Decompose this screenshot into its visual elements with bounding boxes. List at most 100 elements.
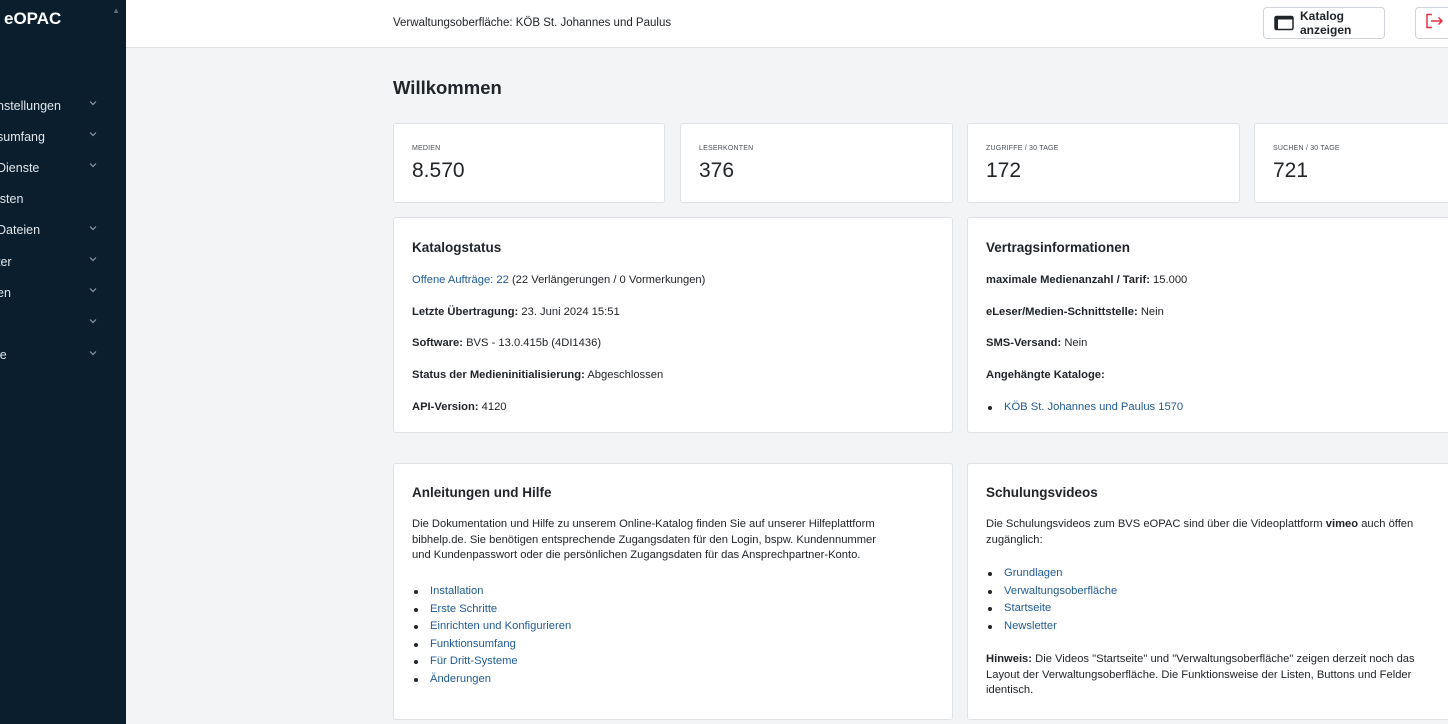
sidebar-item-label: sumfang <box>0 129 45 144</box>
sidebar-item-ter[interactable]: ter <box>0 246 126 277</box>
sidebar-item-label: Dienste <box>0 160 40 175</box>
sidebar-item-einstellungen[interactable]: nstellungen <box>0 90 126 121</box>
sidebar-item-listen[interactable]: isten <box>0 184 126 215</box>
attached-catalogs-label: Angehängte Kataloge: <box>986 369 1105 381</box>
eleser-row: eLeser/Medien-Schnittstelle: Nein <box>986 306 1164 318</box>
help-link-configure[interactable]: Einrichten und Konfigurieren <box>413 618 571 636</box>
sms-row: SMS-Versand: Nein <box>986 337 1087 349</box>
last-transfer-label: Letzte Übertragung: <box>412 306 519 318</box>
sidebar-item-en[interactable]: en <box>0 277 126 308</box>
stat-card-leserkonten: LESERKONTEN 376 <box>680 123 953 203</box>
video-link-basics[interactable]: Grundlagen <box>987 565 1117 583</box>
videos-intro-text: auch öffen <box>1358 518 1414 530</box>
note-text: Die Videos "Startseite" und "Verwaltungs… <box>1032 653 1415 665</box>
help-text-line: bibhelp.de. Sie benötigen entsprechende … <box>412 533 876 546</box>
vimeo-label: vimeo <box>1325 518 1359 530</box>
help-card: Anleitungen und Hilfe Die Dokumentation … <box>393 463 953 720</box>
stat-caption: LESERKONTEN <box>699 145 754 152</box>
videos-intro: Die Schulungsvideos zum BVS eOPAC sind ü… <box>986 517 1448 548</box>
top-bar: Verwaltungsoberfläche: KÖB St. Johannes … <box>126 0 1448 48</box>
sidebar-item-dienste[interactable]: Dienste <box>0 152 126 183</box>
note-label: Hinweis: <box>986 653 1033 665</box>
videos-note-line: Hinweis: Die Videos "Startseite" und "Ve… <box>986 652 1448 668</box>
training-videos-card: Schulungsvideos Die Schulungsvideos zum … <box>967 463 1448 720</box>
stat-value: 376 <box>699 159 735 182</box>
breadcrumb: Verwaltungsoberfläche: KÖB St. Johannes … <box>393 17 672 29</box>
help-link-changes[interactable]: Änderungen <box>413 671 571 689</box>
init-status-label: Status der Medieninitialisierung: <box>412 369 585 381</box>
help-link-features[interactable]: Funktionsumfang <box>413 636 571 654</box>
sidebar-item-unlabeled[interactable] <box>0 308 126 339</box>
video-links: Grundlagen Verwaltungsoberfläche Startse… <box>987 565 1117 636</box>
brand-logo: eOPAC <box>4 9 62 28</box>
scroll-up-icon[interactable]: ▲ <box>112 6 120 15</box>
api-version-row: API-Version: 4120 <box>412 401 507 413</box>
stat-value: 721 <box>1273 159 1309 182</box>
stat-value: 172 <box>986 159 1022 182</box>
stat-caption: SUCHEN / 30 TAGE <box>1273 145 1340 152</box>
help-text-line: Die Dokumentation und Hilfe zu unserem O… <box>412 518 875 530</box>
videos-intro-line: zugänglich: <box>986 533 1043 546</box>
sidebar-item-label: nstellungen <box>0 98 61 113</box>
eleser-label: eLeser/Medien-Schnittstelle: <box>986 306 1138 318</box>
help-text-line: und Kundenpasswort oder die persönlichen… <box>412 549 861 562</box>
eleser-value: Nein <box>1140 306 1164 318</box>
page-title: Willkommen <box>393 77 502 98</box>
software-row: Software: BVS - 13.0.415b (4DI1436) <box>412 337 601 349</box>
sidebar-nav: nstellungen sumfang Dienste isten Dateie… <box>0 90 126 371</box>
videos-intro-line: Die Schulungsvideos zum BVS eOPAC sind ü… <box>986 517 1448 533</box>
logout-button[interactable] <box>1415 7 1448 39</box>
api-version-value: 4120 <box>481 401 507 413</box>
max-media-label: maximale Medienanzahl / Tarif: <box>986 274 1150 286</box>
video-link-admin-ui[interactable]: Verwaltungsoberfläche <box>987 583 1117 601</box>
attached-catalogs-row: Angehängte Kataloge: <box>986 369 1105 381</box>
contract-info-card: Vertragsinformationen maximale Medienanz… <box>967 217 1448 433</box>
open-orders-row: Offene Aufträge: 22 (22 Verlängerungen /… <box>412 274 705 286</box>
chevron-down-icon <box>88 160 98 170</box>
last-transfer-value: 23. Juni 2024 15:51 <box>521 306 620 318</box>
window-icon <box>1274 15 1294 31</box>
last-transfer-row: Letzte Übertragung: 23. Juni 2024 15:51 <box>412 306 620 318</box>
attached-catalogs-list: KÖB St. Johannes und Paulus 1570 <box>987 399 1183 417</box>
videos-note-line: identisch. <box>986 684 1034 697</box>
video-link-newsletter[interactable]: Newsletter <box>987 618 1117 636</box>
stat-card-medien: MEDIEN 8.570 <box>393 123 665 203</box>
sidebar-item-label: le <box>0 348 7 363</box>
stat-card-zugriffe: ZUGRIFFE / 30 TAGE 172 <box>967 123 1240 203</box>
help-link-third-party[interactable]: Für Dritt-Systeme <box>413 653 571 671</box>
chevron-down-icon <box>88 98 98 108</box>
chevron-down-icon <box>88 285 98 295</box>
chevron-down-icon <box>88 223 98 233</box>
logout-icon <box>1425 13 1447 34</box>
help-link-installation[interactable]: Installation <box>413 583 571 601</box>
init-status-row: Status der Medieninitialisierung: Abgesc… <box>412 369 663 381</box>
help-link-first-steps[interactable]: Erste Schritte <box>413 601 571 619</box>
open-orders-count[interactable]: 22 <box>496 274 508 286</box>
sidebar-item-funktionsumfang[interactable]: sumfang <box>0 121 126 152</box>
card-title: Anleitungen und Hilfe <box>412 485 552 500</box>
help-links: Installation Erste Schritte Einrichten u… <box>413 583 571 689</box>
card-title: Schulungsvideos <box>986 485 1098 500</box>
sidebar-item-label: Dateien <box>0 223 41 238</box>
videos-intro-text: Die Schulungsvideos zum BVS eOPAC sind ü… <box>986 518 1326 530</box>
software-value: BVS - 13.0.415b (4DI1436) <box>466 337 602 349</box>
card-title: Katalogstatus <box>412 240 502 255</box>
attached-catalog-link[interactable]: KÖB St. Johannes und Paulus 1570 <box>987 399 1183 417</box>
max-media-value: 15.000 <box>1153 274 1188 286</box>
software-label: Software: <box>412 337 463 349</box>
card-title: Vertragsinformationen <box>986 240 1131 255</box>
show-catalog-button[interactable]: Katalog anzeigen <box>1263 7 1385 39</box>
sidebar-item-label: isten <box>0 192 24 207</box>
video-link-start-page[interactable]: Startseite <box>987 600 1117 618</box>
max-media-row: maximale Medienanzahl / Tarif: 15.000 <box>986 274 1187 286</box>
catalog-status-card: Katalogstatus Offene Aufträge: 22 (22 Ve… <box>393 217 953 433</box>
chevron-down-icon <box>88 254 98 264</box>
sidebar-item-le[interactable]: le <box>0 340 126 371</box>
chevron-down-icon <box>88 348 98 358</box>
videos-note-line: Layout der Verwaltungsoberfläche. Die Fu… <box>986 668 1412 681</box>
sidebar-item-dateien[interactable]: Dateien <box>0 215 126 246</box>
chevron-down-icon <box>88 316 98 326</box>
open-orders-link[interactable]: Offene Aufträge: <box>412 274 493 286</box>
videos-note: Hinweis: Die Videos "Startseite" und "Ve… <box>986 652 1448 699</box>
stat-caption: ZUGRIFFE / 30 TAGE <box>986 145 1059 152</box>
